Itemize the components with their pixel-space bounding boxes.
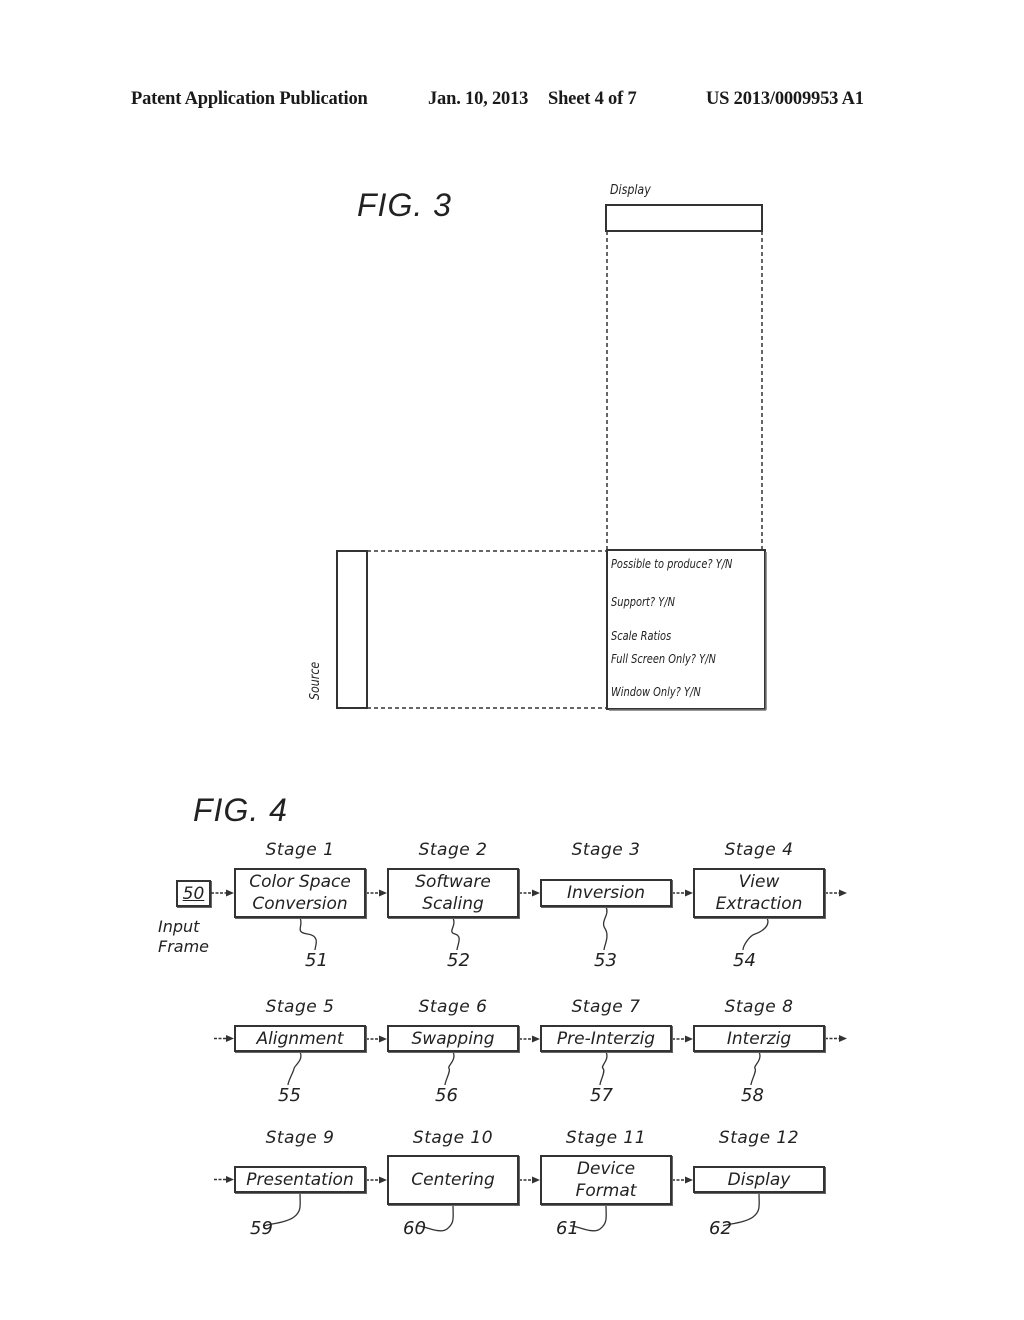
stage-label: Stage 3: [571, 840, 641, 860]
leader-line: [750, 1051, 761, 1086]
stage-box: Interzig: [693, 1025, 825, 1052]
reference-numeral: 54: [733, 950, 756, 971]
stage-box-text: Pre-Interzig: [556, 1028, 656, 1049]
flow-arrow: [519, 889, 540, 897]
flow-arrow: [672, 1176, 693, 1184]
stage-label: Stage 2: [418, 840, 488, 860]
stage-box: Swapping: [387, 1025, 519, 1052]
stage-label: Stage 4: [724, 840, 794, 860]
flow-arrow: [519, 1035, 540, 1043]
flow-arrow-out: [825, 1035, 847, 1042]
leader-line: [287, 1051, 302, 1086]
reference-numeral: 52: [447, 950, 470, 971]
input-arrow: [211, 889, 234, 897]
figure-4-connectors: [211, 889, 847, 1232]
flow-arrow: [366, 1035, 387, 1043]
reference-numeral: 51: [305, 950, 328, 971]
stage-box: Software Scaling: [387, 868, 519, 918]
flow-arrow: [366, 889, 387, 897]
leader-line: [599, 1051, 608, 1086]
reference-numeral: 56: [435, 1085, 458, 1106]
stage-label: Stage 1: [265, 840, 335, 860]
stage-box: Presentation: [234, 1166, 366, 1193]
stage-label: Stage 12: [718, 1128, 800, 1148]
stage-box: Pre-Interzig: [540, 1025, 672, 1052]
reference-numeral: 58: [741, 1085, 764, 1106]
stage-box-text: Swapping: [411, 1028, 495, 1049]
reference-numeral: 53: [594, 950, 617, 971]
stage-box: Display: [693, 1166, 825, 1193]
stage-box-text: Extraction: [715, 894, 803, 914]
stage-label: Stage 11: [565, 1128, 647, 1148]
stage-label: Stage 8: [724, 997, 794, 1017]
stage-box: Color Space Conversion: [234, 868, 366, 918]
stage-box: Device Format: [540, 1155, 672, 1205]
stage-box: Centering: [387, 1155, 519, 1205]
stage-label: Stage 10: [412, 1128, 494, 1148]
stage-box-text: Interzig: [726, 1028, 792, 1049]
flow-arrow: [366, 1176, 387, 1184]
stage-box-text: Presentation: [246, 1169, 354, 1190]
stage-box-text: Color Space: [249, 872, 351, 892]
flow-arrow: [672, 1035, 693, 1043]
flow-arrow: [672, 889, 693, 897]
stage-box-text: Scaling: [422, 894, 484, 914]
reference-numeral: 60: [403, 1218, 426, 1239]
reference-numeral: 55: [278, 1085, 301, 1106]
flow-arrow: [519, 1176, 540, 1184]
stage-box-text: Alignment: [256, 1028, 344, 1049]
leader-line: [299, 917, 317, 951]
reference-numeral: 61: [556, 1218, 579, 1239]
leader-line: [602, 906, 608, 951]
reference-numeral: 62: [709, 1218, 732, 1239]
stage-box-text: View: [738, 872, 780, 892]
leader-line: [451, 917, 460, 951]
stage-box-text: Centering: [411, 1170, 495, 1190]
stage-box-text: Software: [415, 872, 491, 892]
flow-arrow-out: [825, 889, 847, 897]
leader-line: [742, 917, 769, 951]
stage-box: Inversion: [540, 879, 672, 907]
flow-arrow-in: [214, 1035, 234, 1042]
stage-box-text: Inversion: [566, 883, 646, 903]
leader-line: [444, 1051, 455, 1086]
stage-box: Alignment: [234, 1025, 366, 1052]
stage-box-text: Display: [727, 1169, 791, 1190]
stage-box: View Extraction: [693, 868, 825, 918]
stage-box-text: Format: [575, 1181, 637, 1201]
flow-arrow-in: [214, 1176, 234, 1183]
stage-label: Stage 9: [265, 1128, 335, 1148]
reference-numeral: 57: [590, 1085, 613, 1106]
stage-label: Stage 6: [418, 997, 488, 1017]
stage-box-text: Device: [576, 1159, 636, 1179]
stage-label: Stage 5: [265, 997, 335, 1017]
stage-box-text: Conversion: [252, 894, 348, 914]
reference-numeral: 59: [250, 1218, 273, 1239]
stage-label: Stage 7: [571, 997, 641, 1017]
